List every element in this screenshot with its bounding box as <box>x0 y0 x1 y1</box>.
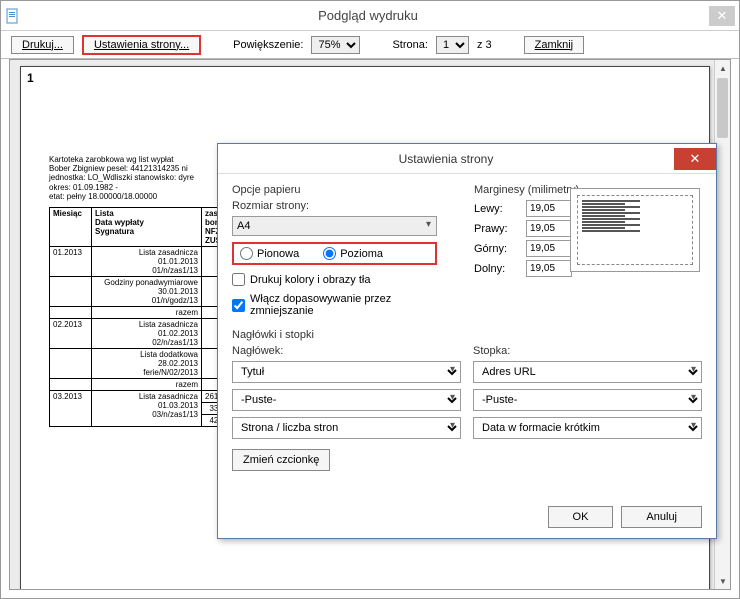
header-select-3[interactable]: Strona / liczba stron <box>232 417 461 439</box>
footer-select-2[interactable]: -Puste- <box>473 389 702 411</box>
document-icon <box>5 8 21 24</box>
page-size-select[interactable]: A4 <box>232 216 437 236</box>
footer-label: Stopka: <box>473 345 702 357</box>
footer-select-1[interactable]: Adres URL <box>473 361 702 383</box>
margin-top-label: Górny: <box>474 243 520 255</box>
margin-right-label: Prawy: <box>474 223 520 235</box>
toolbar: Drukuj... Ustawienia strony... Powiększe… <box>1 31 739 59</box>
margin-top-input[interactable] <box>526 240 572 257</box>
dialog-buttons: OK Anuluj <box>548 506 702 528</box>
print-preview-window: Podgląd wydruku ✕ Drukuj... Ustawienia s… <box>0 0 740 599</box>
margin-bottom-input[interactable] <box>526 260 572 277</box>
window-title: Podgląd wydruku <box>27 8 709 23</box>
orientation-portrait[interactable]: Pionowa <box>240 247 299 260</box>
col-list: Lista Data wypłaty Sygnatura <box>92 207 202 246</box>
margins-group: Marginesy (milimetry) Lewy: Prawy: Górny… <box>474 184 579 280</box>
dialog-close-icon[interactable]: ✕ <box>674 148 716 170</box>
shrink-checkbox[interactable]: Włącz dopasowywanie przez zmniejszanie <box>232 293 442 317</box>
page-setup-dialog: Ustawienia strony ✕ Opcje papieru Rozmia… <box>217 143 717 539</box>
col-month: Miesiąc <box>50 207 92 246</box>
close-button[interactable]: Zamknij <box>524 36 585 54</box>
header-label: Nagłówek: <box>232 345 461 357</box>
page-of-label: z 3 <box>477 39 492 51</box>
dialog-body: Opcje papieru Rozmiar strony: A4 Pionowa… <box>218 174 716 481</box>
headers-footers-group: Nagłówki i stopki Nagłówek: Tytuł Stopka… <box>232 329 702 471</box>
margin-left-input[interactable] <box>526 200 572 217</box>
scroll-up-icon[interactable]: ▲ <box>715 60 731 76</box>
scroll-down-icon[interactable]: ▼ <box>715 573 731 589</box>
margin-left-label: Lewy: <box>474 203 520 215</box>
page-setup-button[interactable]: Ustawienia strony... <box>82 35 201 55</box>
titlebar: Podgląd wydruku ✕ <box>1 1 739 31</box>
print-bg-checkbox[interactable]: Drukuj kolory i obrazy tła <box>232 273 370 286</box>
print-button[interactable]: Drukuj... <box>11 36 74 54</box>
page-number: 1 <box>27 71 34 85</box>
change-font-button[interactable]: Zmień czcionkę <box>232 449 330 471</box>
orientation-landscape[interactable]: Pozioma <box>323 247 383 260</box>
orientation-group: Pionowa Pozioma <box>232 242 437 265</box>
margins-label: Marginesy (milimetry) <box>474 184 579 196</box>
dialog-title: Ustawienia strony <box>218 152 674 166</box>
page-thumbnail <box>570 188 700 272</box>
header-select-1[interactable]: Tytuł <box>232 361 461 383</box>
ok-button[interactable]: OK <box>548 506 614 528</box>
cancel-button[interactable]: Anuluj <box>621 506 702 528</box>
close-icon[interactable]: ✕ <box>709 6 735 26</box>
margin-right-input[interactable] <box>526 220 572 237</box>
zoom-select[interactable]: 75% <box>311 36 360 54</box>
header-select-2[interactable]: -Puste- <box>232 389 461 411</box>
margin-bottom-label: Dolny: <box>474 263 520 275</box>
footer-select-3[interactable]: Data w formacie krótkim <box>473 417 702 439</box>
page-label: Strona: <box>392 39 427 51</box>
dialog-titlebar: Ustawienia strony ✕ <box>218 144 716 174</box>
zoom-label: Powiększenie: <box>233 39 303 51</box>
scrollbar-thumb[interactable] <box>717 78 728 138</box>
page-select[interactable]: 1 <box>436 36 469 54</box>
hf-label: Nagłówki i stopki <box>232 329 702 341</box>
